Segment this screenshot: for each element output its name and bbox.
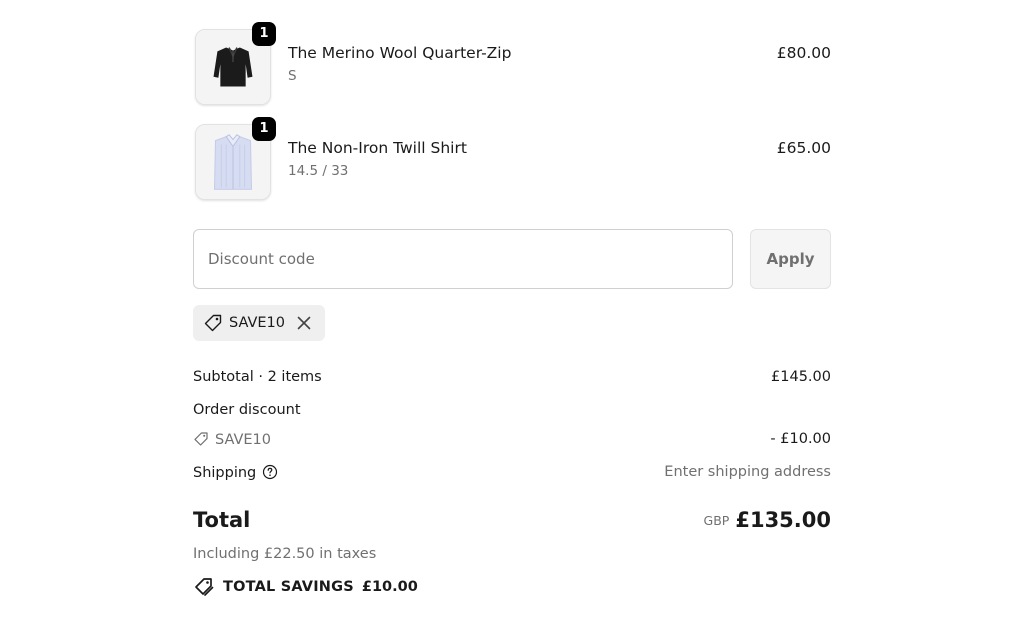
quantity-badge: 1 xyxy=(252,22,276,46)
order-discount-code-row: SAVE10 xyxy=(193,431,271,448)
total-value: £135.00 xyxy=(735,508,831,532)
line-item: 1 The Merino Wool Quarter-Zip S £80.00 xyxy=(193,22,831,106)
apply-discount-button[interactable]: Apply xyxy=(750,229,831,289)
shipping-value: Enter shipping address xyxy=(664,464,831,480)
close-icon[interactable] xyxy=(295,314,313,332)
help-circle-icon[interactable] xyxy=(262,464,278,480)
order-discount-code: SAVE10 xyxy=(215,432,271,448)
total-savings-value: £10.00 xyxy=(361,579,418,595)
quantity-badge: 1 xyxy=(252,117,276,141)
total-savings-label: TOTAL SAVINGS xyxy=(223,579,354,595)
shipping-row: Shipping xyxy=(193,464,278,481)
product-price: £80.00 xyxy=(776,44,831,62)
product-price: £65.00 xyxy=(776,139,831,157)
total-amount: GBP £135.00 xyxy=(704,508,831,532)
order-discount-label: Order discount xyxy=(193,402,301,418)
double-tag-icon xyxy=(195,578,214,596)
subtotal-value: £145.00 xyxy=(771,369,831,385)
tax-note: Including £22.50 in taxes xyxy=(193,546,377,562)
product-variant: S xyxy=(288,68,297,84)
applied-discount-code: SAVE10 xyxy=(229,315,285,331)
tag-icon xyxy=(194,432,208,446)
discount-code-input[interactable] xyxy=(193,229,733,289)
order-discount-value: - £10.00 xyxy=(770,431,831,447)
line-item: 1 The Non-Iron Twill Shirt 14.5 / 33 £65… xyxy=(193,117,831,201)
product-name: The Merino Wool Quarter-Zip xyxy=(288,44,512,62)
total-savings: TOTAL SAVINGS £10.00 xyxy=(193,576,418,598)
product-name: The Non-Iron Twill Shirt xyxy=(288,139,467,157)
total-label: Total xyxy=(193,508,251,532)
subtotal-label: Subtotal · 2 items xyxy=(193,369,322,385)
product-variant: 14.5 / 33 xyxy=(288,163,349,179)
currency-code: GBP xyxy=(703,513,730,528)
applied-discount-chip: SAVE10 xyxy=(193,305,325,341)
shipping-label: Shipping xyxy=(193,465,257,481)
tag-icon xyxy=(204,314,222,332)
